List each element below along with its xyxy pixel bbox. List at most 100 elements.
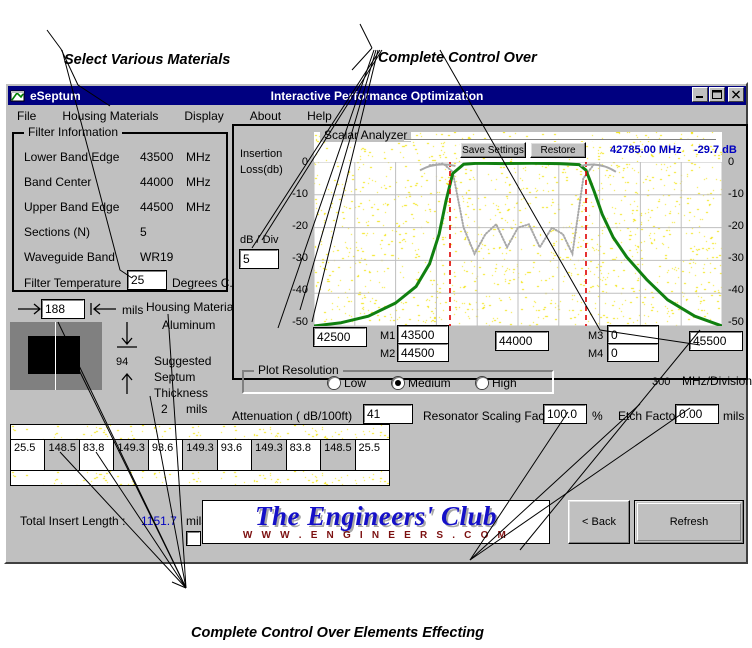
app-icon xyxy=(10,88,26,103)
annotation-bottom-line-1: Complete Control Over Elements Effecting xyxy=(191,625,485,641)
plot-resolution-high-radio[interactable] xyxy=(476,377,488,389)
y-tick-right-0: 0 xyxy=(728,156,735,168)
back-button[interactable]: < Back xyxy=(568,500,630,544)
etch-factor-input[interactable]: 0.00 xyxy=(675,404,719,424)
save-settings-label: Save Settings xyxy=(462,144,524,156)
freq-start-input[interactable]: 42500 xyxy=(313,327,367,347)
readout-level: -29.7 dB xyxy=(694,144,737,156)
table-cell[interactable]: 149.3 xyxy=(252,440,287,470)
resonator-scaling-input[interactable]: 100.0 xyxy=(543,404,587,424)
dimension-value: 83.8 xyxy=(289,442,312,454)
freq-stop-input[interactable]: 45500 xyxy=(689,331,743,351)
dimension-value: 148.5 xyxy=(48,442,76,454)
y-tick-right-50: -50 xyxy=(728,316,744,328)
attenuation-input[interactable]: 41 xyxy=(363,404,413,424)
dimension-value: 149.3 xyxy=(117,442,145,454)
width-unit-label: mils xyxy=(122,303,144,317)
table-cell[interactable]: 148.5 xyxy=(321,440,356,470)
window-title: Interactive Performance Optimization xyxy=(270,88,484,103)
y-tick-10: -10 xyxy=(292,188,308,200)
housing-material-value: Aluminum xyxy=(162,318,216,332)
annotation-top-left-line-1: Select Various Materials xyxy=(64,52,231,68)
marker-m1-input[interactable]: 43500 xyxy=(397,325,449,344)
application-window: eSeptum Interactive Performance Optimiza… xyxy=(4,82,752,564)
marker-m3-input[interactable]: 0 xyxy=(607,325,659,344)
analyzer-plot[interactable] xyxy=(314,162,722,326)
y-tick-right-20: -20 xyxy=(728,220,744,232)
plot-resolution-low-radio[interactable] xyxy=(328,377,340,389)
scalar-analyzer-panel: Insertion Loss(db) dB / Div 5 Scalar Ana… xyxy=(232,124,748,380)
filter-information-title: Filter Information xyxy=(24,125,123,139)
table-cell[interactable]: 83.8 xyxy=(79,440,115,470)
plot-svg xyxy=(314,162,722,326)
y-tick-right-40: -40 xyxy=(728,284,744,296)
table-cell[interactable]: 93.6 xyxy=(217,440,253,470)
plot-resolution-medium-radio[interactable] xyxy=(392,377,404,389)
table-cell[interactable]: 83.8 xyxy=(286,440,322,470)
resonator-scaling-unit: % xyxy=(592,409,603,423)
table-cell[interactable]: 25.5 xyxy=(355,440,389,470)
freq-center-input[interactable]: 44000 xyxy=(495,331,549,351)
filter-temperature-input[interactable]: 25 xyxy=(127,270,167,290)
filter-temperature-label: Filter Temperature xyxy=(24,276,122,290)
sections-label: Sections (N) xyxy=(24,225,91,239)
menu-item-about[interactable]: About xyxy=(242,109,289,123)
housing-material-label: Housing Material xyxy=(146,300,237,314)
total-insert-length-value: 1151.7 xyxy=(141,514,177,528)
marker-m3-label: M3 xyxy=(588,330,604,342)
etch-factor-unit: mils xyxy=(723,409,745,423)
table-cell[interactable]: 93.6 xyxy=(148,440,184,470)
save-settings-button[interactable]: Save Settings xyxy=(460,142,526,158)
septum-thickness-line-3: Thickness xyxy=(154,386,209,400)
minimize-button[interactable] xyxy=(692,87,708,102)
table-cell[interactable]: 149.3 xyxy=(183,440,218,470)
menu-item-help-label: Help xyxy=(307,109,332,123)
dimension-value: 25.5 xyxy=(14,442,36,454)
refresh-button[interactable]: Refresh xyxy=(634,500,744,544)
menu-item-file-label: File xyxy=(17,109,37,123)
y-tick-right-10: -10 xyxy=(728,188,744,200)
marker-m2-input[interactable]: 44500 xyxy=(397,343,449,362)
dimension-table: 25.5 148.5 83.8 149.3 93.6 149.3 93.6 14… xyxy=(10,440,390,470)
restore-button[interactable]: Restore xyxy=(530,142,586,158)
y-tick-30: -30 xyxy=(292,252,308,264)
height-dimension-icon xyxy=(116,322,138,359)
table-cell[interactable]: 148.5 xyxy=(45,440,80,470)
app-name: eSeptum xyxy=(30,88,81,103)
maximize-button[interactable] xyxy=(709,87,725,102)
resonator-scaling-label: Resonator Scaling Factor xyxy=(423,409,559,423)
insertion-loss-label-line-1: Insertion xyxy=(240,148,283,160)
filter-temperature-unit: Degrees C. xyxy=(172,276,233,290)
menu-item-display[interactable]: Display xyxy=(176,109,231,123)
plot-resolution-high-label: High xyxy=(492,376,517,390)
logo-subtitle: W W W . E N G I N E E R S . C O M xyxy=(242,530,510,541)
height-dimension-icon-bottom xyxy=(116,368,138,399)
menu-item-help[interactable]: Help xyxy=(299,109,340,123)
db-per-div-input[interactable]: 5 xyxy=(239,249,279,269)
table-cell[interactable]: 25.5 xyxy=(11,440,46,470)
marker-m1-label: M1 xyxy=(380,330,396,342)
menu-item-housing-materials-label: Housing Materials xyxy=(62,109,159,123)
marker-m4-input[interactable]: 0 xyxy=(607,343,659,362)
window-controls xyxy=(692,87,744,102)
close-button[interactable] xyxy=(728,87,744,102)
insert-strip-bottom xyxy=(10,470,390,486)
width-input[interactable]: 188 xyxy=(41,299,85,319)
total-insert-length-checkbox[interactable] xyxy=(186,531,201,546)
height-value: 94 xyxy=(116,356,129,368)
menu-item-file[interactable]: File xyxy=(9,109,44,123)
insert-strip-top xyxy=(10,424,390,440)
y-tick-right-30: -30 xyxy=(728,252,744,264)
dimension-value: 149.3 xyxy=(186,442,214,454)
septum-thickness-line-1: Suggested xyxy=(154,354,212,368)
dimension-value: 25.5 xyxy=(358,442,380,454)
insertion-loss-label-line-2: Loss(db) xyxy=(240,164,283,176)
etch-factor-label: Etch Factor xyxy=(618,409,680,423)
insert-strip-bottom-texture xyxy=(11,471,389,485)
y-tick-20: -20 xyxy=(292,220,308,232)
lower-band-edge-unit: MHz xyxy=(186,150,211,164)
septum-centerline xyxy=(55,322,56,390)
table-cell[interactable]: 149.3 xyxy=(114,440,149,470)
dimension-value: 148.5 xyxy=(324,442,352,454)
menu-item-housing-materials[interactable]: Housing Materials xyxy=(54,109,166,123)
